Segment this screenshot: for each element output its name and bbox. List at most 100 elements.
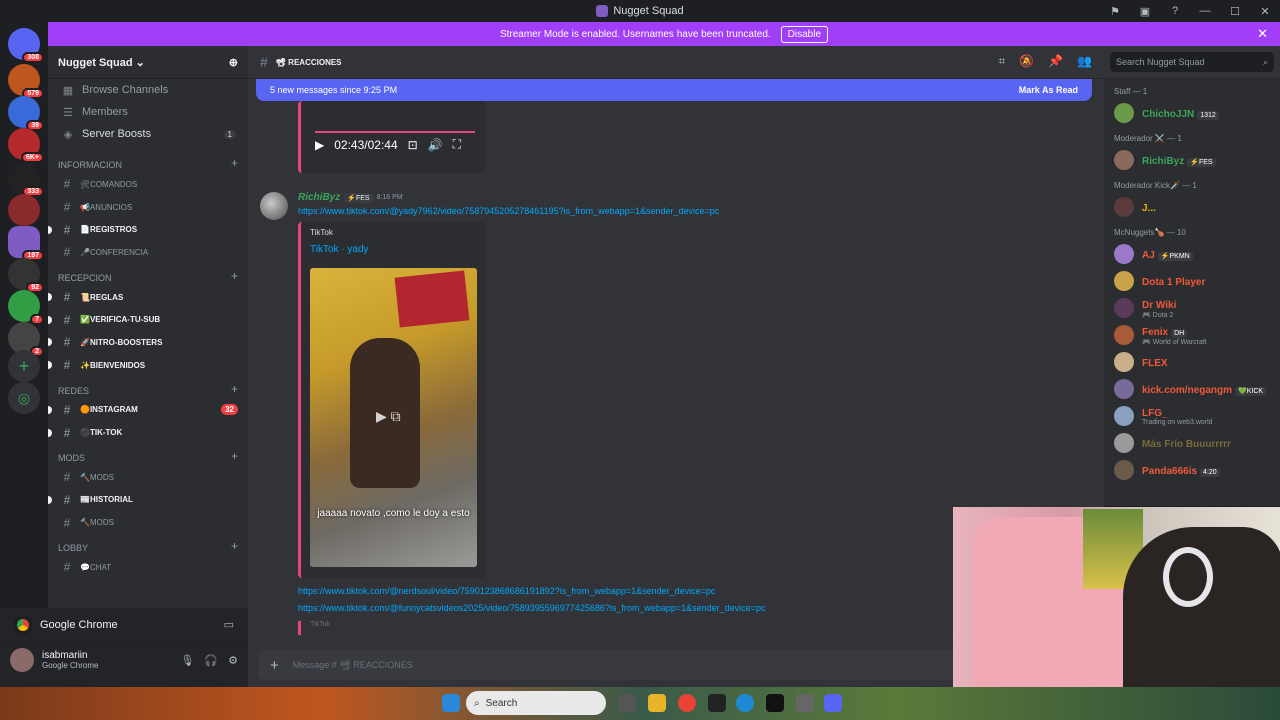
add-server-icon[interactable]: +: [8, 350, 40, 382]
minimize-button[interactable]: —: [1190, 5, 1220, 17]
member-item[interactable]: Más Frío Buuurrrrr: [1104, 429, 1280, 456]
chrome-taskbar-icon[interactable]: [678, 694, 696, 712]
channel-item[interactable]: # 🎤CONFERENCIA: [48, 241, 248, 264]
close-banner-icon[interactable]: ✕: [1257, 26, 1268, 42]
app-icon[interactable]: [708, 694, 726, 712]
message-link[interactable]: https://www.tiktok.com/@funnycatsvideos2…: [298, 603, 765, 613]
member-item[interactable]: ChichoJJN 1312: [1104, 99, 1280, 126]
channel-item[interactable]: # 🔨MODS: [48, 511, 248, 534]
channel-item[interactable]: # 📢ANUNCIOS: [48, 196, 248, 219]
channel-item[interactable]: # 🚀NITRO-BOOSTERS: [48, 331, 248, 354]
sidebar-item-server-boosts[interactable]: ◈ Server Boosts 1: [48, 123, 248, 145]
server-icon[interactable]: 92: [8, 258, 44, 293]
create-channel-icon[interactable]: +: [231, 156, 238, 170]
server-icon[interactable]: 7: [8, 290, 44, 325]
category-header[interactable]: MODS +: [48, 444, 248, 466]
channel-item[interactable]: # 💬CHAT: [48, 556, 248, 579]
channel-item[interactable]: # ✨BIENVENIDOS: [48, 354, 248, 377]
attach-icon[interactable]: +: [270, 657, 279, 674]
member-item[interactable]: kick.com/negangm 💚KICK: [1104, 375, 1280, 402]
sidebar-item-browse-channels[interactable]: ▦ Browse Channels: [48, 79, 248, 101]
disable-button[interactable]: Disable: [780, 25, 829, 43]
channel-item[interactable]: # 📰HISTORIAL: [48, 489, 248, 512]
discover-icon[interactable]: ◎: [8, 382, 40, 414]
channel-item[interactable]: # 🛠COMANDOS: [48, 173, 248, 196]
sidebar-item-members[interactable]: ☰ Members: [48, 101, 248, 123]
close-button[interactable]: ✕: [1250, 5, 1280, 18]
pin-icon[interactable]: 📌: [1048, 54, 1063, 69]
avatar[interactable]: [10, 648, 34, 672]
search-placeholder: Search Nugget Squad: [1116, 57, 1205, 67]
settings-icon[interactable]: ⚙: [228, 654, 238, 667]
threads-icon[interactable]: ⌗: [998, 54, 1005, 69]
inbox-icon[interactable]: ⚑: [1100, 5, 1130, 18]
channel-item[interactable]: # 🟠INSTAGRAM 32: [48, 399, 248, 422]
channel-item[interactable]: # 📄REGISTROS: [48, 218, 248, 241]
create-channel-icon[interactable]: +: [231, 269, 238, 283]
new-messages-bar[interactable]: 5 new messages since 9:25 PM Mark As Rea…: [256, 79, 1092, 101]
play-icon[interactable]: ▶ ⧉: [376, 408, 401, 425]
server-icon[interactable]: [8, 194, 40, 226]
captions-icon[interactable]: ⊡: [408, 138, 418, 152]
edge-icon[interactable]: [736, 694, 754, 712]
member-item[interactable]: LFG_ Trading on web3.world: [1104, 402, 1280, 429]
monitor-icon[interactable]: ▣: [1130, 5, 1160, 18]
create-channel-icon[interactable]: +: [231, 382, 238, 396]
member-list-icon[interactable]: 👥: [1077, 54, 1092, 69]
message-link[interactable]: https://www.tiktok.com/@yady7962/video/7…: [298, 206, 719, 216]
member-item[interactable]: Dota 1 Player: [1104, 267, 1280, 294]
embed-title[interactable]: TikTok · yady: [310, 244, 369, 255]
server-icon[interactable]: 6K+: [8, 128, 44, 163]
member-item[interactable]: FLEX: [1104, 348, 1280, 375]
member-item[interactable]: Dr Wiki 🎮 Dota 2: [1104, 294, 1280, 321]
category-header[interactable]: RECEPCION +: [48, 264, 248, 286]
message-avatar[interactable]: [260, 192, 288, 220]
category-header[interactable]: REDES +: [48, 377, 248, 399]
direct-messages-button[interactable]: 308: [8, 28, 44, 63]
mark-as-read-button[interactable]: Mark As Read: [1019, 85, 1078, 95]
category-header[interactable]: LOBBY +: [48, 534, 248, 556]
server-icon[interactable]: 39: [8, 96, 44, 131]
play-icon[interactable]: ▶: [315, 138, 324, 152]
channel-item[interactable]: # ✅VERIFICA-TU-SUB: [48, 308, 248, 331]
message-input[interactable]: Message # 📽 REACCIONES: [293, 660, 413, 671]
member-item[interactable]: AJ ⚡PKMN: [1104, 240, 1280, 267]
search-input[interactable]: Search Nugget Squad ⌕: [1110, 52, 1274, 72]
member-item[interactable]: RichiByz ⚡FES: [1104, 146, 1280, 173]
video-player[interactable]: ▶ 02:43/02:44 ⊡ 🔊 ⛶: [298, 101, 486, 173]
maximize-button[interactable]: ☐: [1220, 5, 1250, 18]
obs-icon[interactable]: [766, 694, 784, 712]
discord-icon[interactable]: [824, 694, 842, 712]
member-item[interactable]: J...: [1104, 193, 1280, 220]
message-link[interactable]: https://www.tiktok.com/@nerdsoul/video/7…: [298, 586, 715, 596]
category-header[interactable]: INFORMACION +: [48, 151, 248, 173]
screen-share-icon[interactable]: ▭: [224, 618, 234, 631]
message-author[interactable]: RichiByz: [298, 192, 340, 203]
channel-item[interactable]: # 🔨MODS: [48, 466, 248, 489]
mic-icon[interactable]: 🎙: [180, 654, 194, 667]
create-channel-icon[interactable]: +: [231, 449, 238, 463]
windows-start-icon[interactable]: [442, 694, 460, 712]
invite-icon[interactable]: ⊕: [229, 56, 238, 69]
notification-icon[interactable]: 🔕: [1019, 54, 1034, 69]
create-channel-icon[interactable]: +: [231, 539, 238, 553]
embed-thumbnail[interactable]: ▶ ⧉ jaaaaa novato ,como le doy a esto: [310, 268, 477, 567]
file-explorer-icon[interactable]: [648, 694, 666, 712]
help-icon[interactable]: ?: [1160, 5, 1190, 17]
server-icon[interactable]: 579: [8, 64, 44, 99]
headphones-icon[interactable]: 🎧: [204, 654, 218, 667]
channel-item[interactable]: # ⚫TIK-TOK: [48, 421, 248, 444]
member-item[interactable]: Panda666is 4:20: [1104, 456, 1280, 483]
member-avatar: [1114, 459, 1134, 480]
member-item[interactable]: Fenix DH 🎮 World of Warcraft: [1104, 321, 1280, 348]
taskbar-search[interactable]: ⌕ Search: [466, 691, 606, 715]
channel-item[interactable]: # 📜REGLAS: [48, 286, 248, 309]
video-progress[interactable]: [315, 131, 475, 133]
app-icon[interactable]: [796, 694, 814, 712]
server-header[interactable]: Nugget Squad ⌄ ⊕: [48, 46, 248, 79]
fullscreen-icon[interactable]: ⛶: [453, 137, 461, 152]
server-icon[interactable]: 333: [8, 162, 44, 197]
server-icon-selected[interactable]: 197: [8, 226, 44, 261]
task-view-icon[interactable]: [618, 694, 636, 712]
volume-icon[interactable]: 🔊: [428, 138, 443, 152]
